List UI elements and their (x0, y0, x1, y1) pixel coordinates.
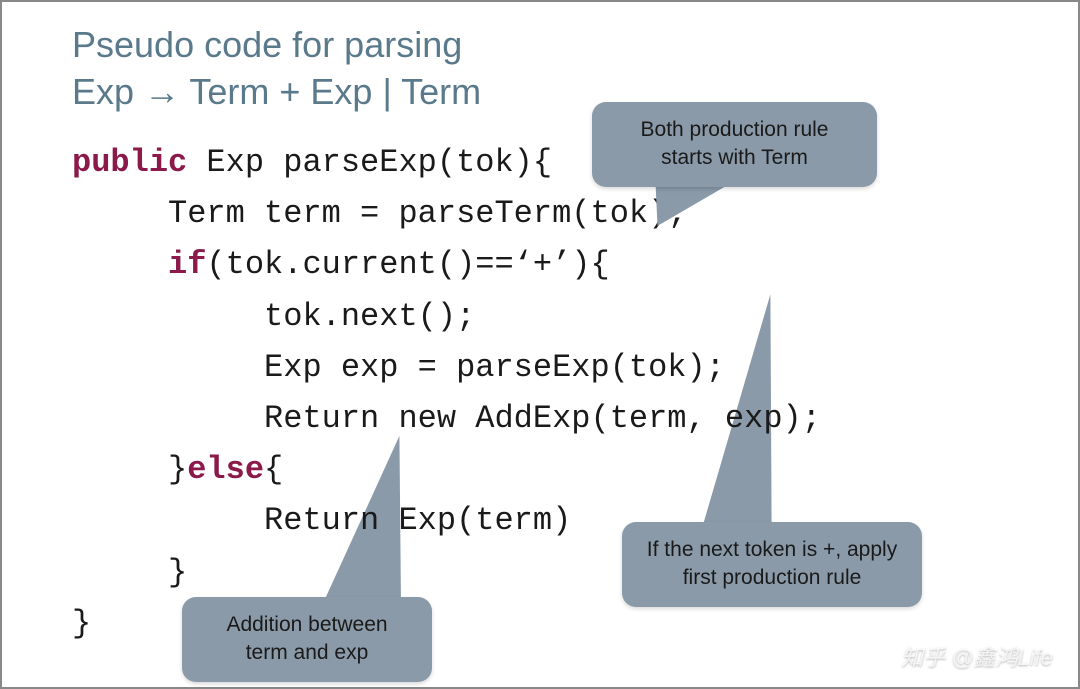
callout-addition: Addition between term and exp (182, 597, 432, 682)
watermark-text: 知乎 @鑫鸿Life (901, 640, 1053, 672)
code-line-6: Return new AddExp(term, exp); (72, 393, 821, 444)
callout-both-production: Both production rule starts with Term (592, 102, 877, 187)
code-line-5: Exp exp = parseExp(tok); (72, 342, 821, 393)
keyword-else: else (187, 451, 264, 488)
keyword-if: if (168, 246, 206, 283)
code-line-3: if(tok.current()==‘+’){ (72, 239, 821, 290)
callout-next-token: If the next token is +, apply first prod… (622, 522, 922, 607)
code-line-7: }else{ (72, 444, 821, 495)
heading-line-1: Pseudo code for parsing (72, 22, 481, 69)
slide-heading: Pseudo code for parsing Exp → Term + Exp… (72, 22, 481, 116)
heading-line-2: Exp → Term + Exp | Term (72, 69, 481, 116)
keyword-public: public (72, 144, 187, 181)
code-line-4: tok.next(); (72, 291, 821, 342)
